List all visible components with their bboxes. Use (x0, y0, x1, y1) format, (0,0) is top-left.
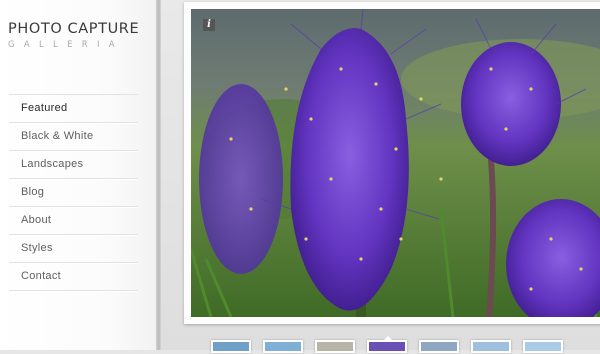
nav-item-featured[interactable]: Featured (9, 95, 138, 123)
thumbnail-active[interactable] (367, 336, 407, 353)
logo-subtitle: GALLERIA (8, 39, 124, 50)
main-nav: Featured Black & White Landscapes Blog A… (9, 94, 138, 291)
thumbnail[interactable] (211, 340, 251, 353)
site-logo[interactable]: PHOTO CAPTURE GALLERIA (8, 22, 139, 49)
thumbnail[interactable] (263, 340, 303, 353)
main-photo[interactable]: i (191, 9, 600, 317)
info-icon[interactable]: i (203, 19, 215, 31)
thumbnail[interactable] (471, 340, 511, 353)
nav-item-landscapes[interactable]: Landscapes (9, 151, 138, 179)
thumbnail[interactable] (315, 340, 355, 353)
gallery-area: i (161, 0, 600, 353)
logo-title: PHOTO CAPTURE (8, 21, 140, 37)
nav-item-styles[interactable]: Styles (9, 235, 138, 263)
thumbnail[interactable] (523, 340, 563, 353)
nav-item-blog[interactable]: Blog (9, 179, 138, 207)
thumbnail-strip (211, 336, 563, 354)
flower-photo-image (191, 9, 600, 317)
nav-item-about[interactable]: About (9, 207, 138, 235)
photo-frame: i (184, 2, 600, 324)
nav-item-contact[interactable]: Contact (9, 263, 138, 291)
sidebar: PHOTO CAPTURE GALLERIA Featured Black & … (0, 0, 156, 350)
nav-item-black-white[interactable]: Black & White (9, 123, 138, 151)
thumbnail[interactable] (419, 340, 459, 353)
